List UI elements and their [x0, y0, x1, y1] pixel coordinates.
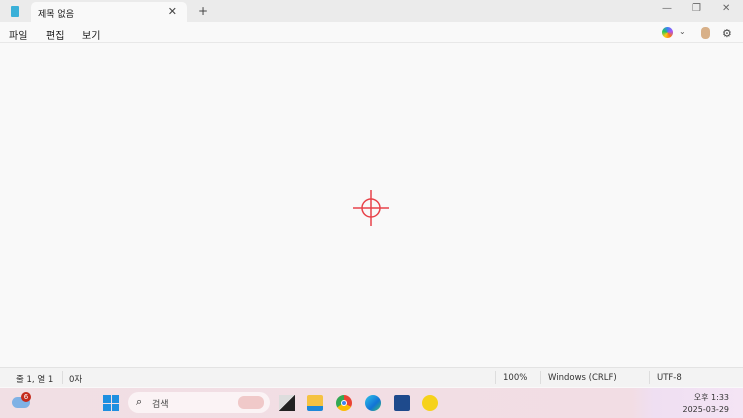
- divider: [540, 371, 541, 384]
- cursor-position: 줄 1, 열 1: [16, 375, 54, 385]
- minimize-button[interactable]: —: [662, 3, 672, 14]
- title-bar: 제목 없음 ✕ + — ❐ ✕: [0, 0, 743, 23]
- time: 오후 1:33: [693, 393, 729, 402]
- task-view-icon[interactable]: [279, 395, 295, 411]
- tab-close-icon[interactable]: ✕: [168, 5, 177, 18]
- close-button[interactable]: ✕: [722, 3, 730, 14]
- taskbar: 6 ⌕ 검색 오후 1:33 2025-03-29: [0, 388, 743, 418]
- start-button[interactable]: [103, 395, 119, 411]
- crosshair-cursor-icon: [353, 190, 389, 226]
- restore-button[interactable]: ❐: [692, 3, 701, 14]
- chrome-icon[interactable]: [336, 395, 352, 411]
- account-avatar-icon[interactable]: [701, 27, 710, 39]
- zoom-level[interactable]: 100%: [503, 373, 527, 383]
- new-tab-button[interactable]: +: [198, 4, 208, 18]
- divider: [495, 371, 496, 384]
- gear-icon[interactable]: ⚙: [722, 27, 732, 40]
- file-explorer-icon[interactable]: [307, 395, 323, 411]
- menu-file[interactable]: 파일: [9, 27, 27, 42]
- notepad-app-icon: [11, 6, 19, 17]
- media-player-icon[interactable]: [422, 395, 438, 411]
- date: 2025-03-29: [682, 405, 730, 414]
- search-icon: ⌕: [136, 395, 143, 408]
- tab-title: 제목 없음: [38, 10, 74, 20]
- blossom-icon: [238, 396, 264, 409]
- menu-view[interactable]: 보기: [82, 27, 100, 42]
- line-ending[interactable]: Windows (CRLF): [548, 373, 617, 383]
- search-box[interactable]: ⌕ 검색: [128, 392, 270, 413]
- char-count: 0자: [69, 375, 83, 385]
- edge-icon[interactable]: [365, 395, 381, 411]
- weather-badge: 6: [21, 392, 31, 402]
- tab-untitled[interactable]: 제목 없음 ✕: [31, 2, 187, 23]
- search-placeholder: 검색: [152, 400, 169, 410]
- status-bar: 줄 1, 열 1 0자 100% Windows (CRLF) UTF-8: [0, 367, 743, 387]
- menu-bar: 파일 편집 보기 ⌄ ⚙: [0, 22, 743, 43]
- chevron-down-icon[interactable]: ⌄: [679, 27, 686, 36]
- clock[interactable]: 오후 1:33 2025-03-29: [683, 392, 730, 416]
- encoding[interactable]: UTF-8: [657, 373, 682, 383]
- menu-edit[interactable]: 편집: [46, 27, 64, 42]
- divider: [649, 371, 650, 384]
- microsoft-store-icon[interactable]: [394, 395, 410, 411]
- divider: [62, 371, 63, 384]
- copilot-icon[interactable]: [662, 27, 673, 38]
